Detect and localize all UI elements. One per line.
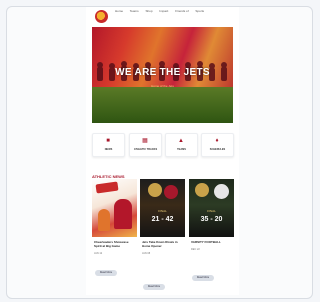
nav-link-friends[interactable]: Friends of bbox=[175, 9, 188, 13]
article-headline[interactable]: VARSITY FOOTBALL bbox=[191, 240, 233, 245]
shirt-icon: ▲ bbox=[178, 138, 184, 144]
article-thumbnail[interactable]: FINAL 35 - 20 bbox=[189, 179, 234, 237]
article-headline[interactable]: Cheerleaders Showcase Spirit at Big Game bbox=[94, 240, 136, 248]
score-label: FINAL bbox=[207, 209, 216, 213]
nav-link-home[interactable]: Home bbox=[115, 9, 123, 13]
quick-links: ■ NEWS ▦ ATHLETIC TRACKS ▲ TEAMS ♦ SCHED… bbox=[92, 133, 234, 157]
website-page: Home Teams Shop Impact Friends of Sports bbox=[86, 7, 239, 295]
nav-link-sports[interactable]: Sports bbox=[195, 9, 204, 13]
nav-link-shop[interactable]: Shop bbox=[145, 9, 152, 13]
read-more-button[interactable]: Read More bbox=[192, 275, 214, 281]
nav-link-teams[interactable]: Teams bbox=[130, 9, 139, 13]
article-thumbnail[interactable] bbox=[92, 179, 137, 237]
article-date: JAN 12 bbox=[94, 252, 103, 255]
quick-link-teams[interactable]: ▲ TEAMS bbox=[165, 133, 198, 157]
quick-link-label: SCHEDULES bbox=[209, 148, 226, 151]
article-date: JAN 08 bbox=[142, 252, 151, 255]
calendar-icon: ▦ bbox=[142, 138, 148, 144]
quick-link-label: NEWS bbox=[104, 148, 113, 151]
hero-banner: WE ARE THE JETS Home of the Jets bbox=[92, 27, 233, 123]
game-score: 35 - 20 bbox=[200, 216, 223, 223]
top-nav: Home Teams Shop Impact Friends of Sports bbox=[86, 7, 239, 29]
article-card: Cheerleaders Showcase Spirit at Big Game… bbox=[92, 179, 137, 294]
quick-link-schedules[interactable]: ♦ SCHEDULES bbox=[201, 133, 234, 157]
nav-link-impact[interactable]: Impact bbox=[159, 9, 168, 13]
nav-links: Home Teams Shop Impact Friends of Sports bbox=[115, 9, 235, 13]
article-card: FINAL 35 - 20 VARSITY FOOTBALL DEC 22 Re… bbox=[189, 179, 234, 294]
game-score: 21 - 42 bbox=[151, 216, 174, 223]
read-more-button[interactable]: Read More bbox=[143, 284, 165, 290]
field-grass bbox=[92, 87, 233, 123]
score-label: FINAL bbox=[158, 209, 167, 213]
article-thumbnail[interactable]: FINAL 21 - 42 bbox=[140, 179, 185, 237]
newspaper-icon: ■ bbox=[106, 138, 110, 144]
quick-link-label: ATHLETIC TRACKS bbox=[133, 148, 158, 151]
trophy-icon: ♦ bbox=[215, 138, 219, 144]
school-logo-icon[interactable] bbox=[95, 10, 108, 23]
read-more-button[interactable]: Read More bbox=[95, 270, 117, 276]
hero-subtitle: Home of the Jets bbox=[151, 84, 174, 88]
article-headline[interactable]: Jets Take Down Rivals in Home Opener bbox=[142, 240, 184, 248]
quick-link-label: TEAMS bbox=[177, 148, 186, 151]
hero-title: WE ARE THE JETS bbox=[115, 67, 210, 78]
article-date: DEC 22 bbox=[191, 248, 200, 251]
quick-link-athletic-tracks[interactable]: ▦ ATHLETIC TRACKS bbox=[129, 133, 162, 157]
article-card: FINAL 21 - 42 Jets Take Down Rivals in H… bbox=[140, 179, 185, 294]
quick-link-news[interactable]: ■ NEWS bbox=[92, 133, 125, 157]
